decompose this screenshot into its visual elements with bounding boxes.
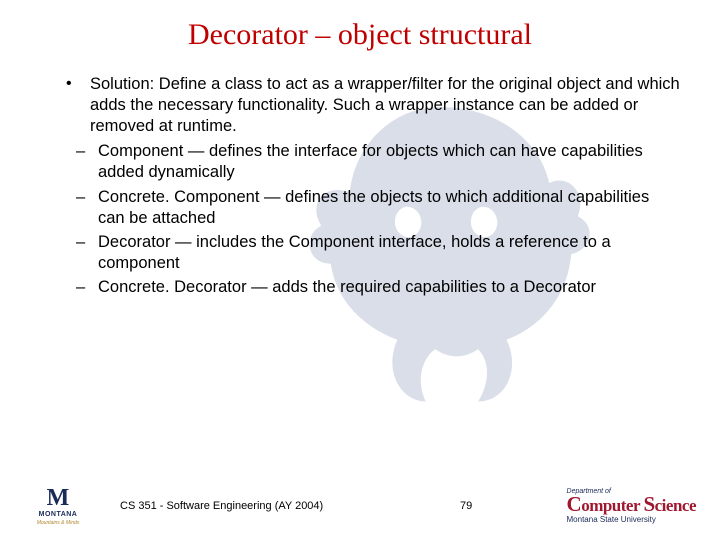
list-item: Decorator — includes the Component inter… xyxy=(76,232,680,274)
logo-tagline: Mountains & Minds xyxy=(28,520,88,526)
slide-title: Decorator – object structural xyxy=(40,18,680,52)
footer-course: CS 351 - Software Engineering (AY 2004) xyxy=(120,500,323,512)
logo-text: MONTANA xyxy=(28,511,88,518)
slide-footer: M MONTANA Mountains & Minds CS 351 - Sof… xyxy=(0,480,720,530)
bullet-solution: Solution: Define a class to act as a wra… xyxy=(54,74,680,137)
content-body: Solution: Define a class to act as a wra… xyxy=(40,74,680,298)
list-item: Concrete. Component — defines the object… xyxy=(76,187,680,229)
sub-bullet-list: Component — defines the interface for ob… xyxy=(76,141,680,298)
dept-uni: Montana State University xyxy=(567,516,696,524)
dept-label: Department of xyxy=(567,488,696,495)
list-item: Concrete. Decorator — adds the required … xyxy=(76,277,680,298)
page-number: 79 xyxy=(460,500,472,512)
dept-name: Computer Science xyxy=(567,495,696,515)
logo-mark: M xyxy=(28,488,88,510)
cs-dept-logo: Department of Computer Science Montana S… xyxy=(567,488,696,524)
list-item: Component — defines the interface for ob… xyxy=(76,141,680,183)
montana-logo: M MONTANA Mountains & Minds xyxy=(28,488,88,526)
